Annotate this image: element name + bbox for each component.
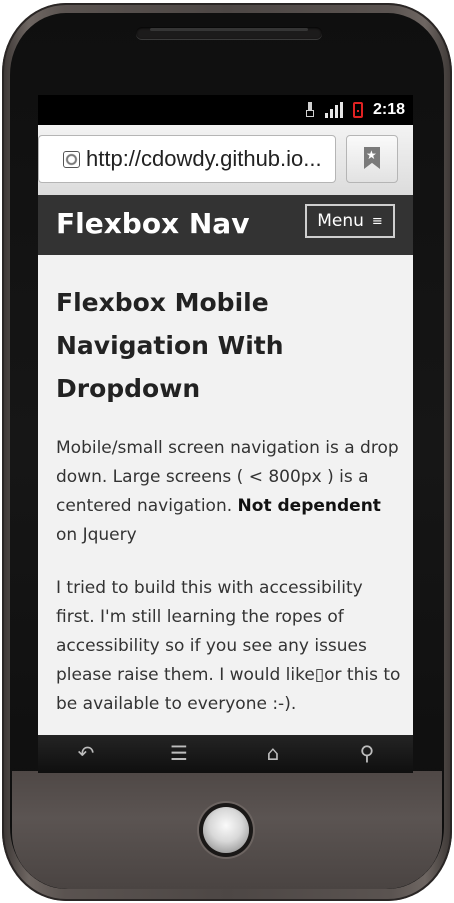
globe-icon <box>63 150 80 168</box>
status-bar: 2:18 <box>38 95 413 125</box>
earpiece-highlight <box>150 28 308 31</box>
search-icon[interactable]: ⚲ <box>347 742 387 766</box>
menu-icon[interactable]: ☰ <box>159 742 199 766</box>
device-nav-bar: ↶ ☰ ⌂ ⚲ <box>38 735 413 773</box>
device-screen: 2:18 http://cdowdy.github.io... Flexbox … <box>38 95 413 735</box>
accessibility-paragraph: I tried to build this with accessibility… <box>56 578 401 714</box>
back-icon[interactable]: ↶ <box>66 742 106 766</box>
url-text[interactable]: http://cdowdy.github.io... <box>86 146 322 172</box>
bookmark-icon <box>364 147 380 169</box>
menu-button-label: Menu <box>317 211 364 231</box>
trackball-button[interactable] <box>203 807 249 853</box>
status-time: 2:18 <box>372 101 405 118</box>
usb-icon <box>305 102 315 118</box>
battery-icon <box>352 102 363 118</box>
url-field[interactable]: http://cdowdy.github.io... <box>38 135 336 183</box>
bookmark-button[interactable] <box>346 135 398 183</box>
intro-bold: Not dependent <box>237 496 381 516</box>
page-title: Flexbox Mobile Navigation With Dropdown <box>56 288 284 403</box>
home-icon[interactable]: ⌂ <box>253 742 293 766</box>
hamburger-icon: ≡ <box>371 213 383 229</box>
site-header: Flexbox Nav Menu ≡ <box>38 195 413 255</box>
browser-url-bar: http://cdowdy.github.io... <box>38 125 413 196</box>
menu-button[interactable]: Menu ≡ <box>305 204 395 238</box>
intro-tail: on Jquery <box>56 525 137 545</box>
intro-paragraph: Mobile/small screen navigation is a drop… <box>56 434 401 550</box>
page-content: Flexbox Mobile Navigation With Dropdown … <box>56 281 401 719</box>
site-title[interactable]: Flexbox Nav <box>56 207 249 240</box>
signal-icon <box>324 102 343 118</box>
status-icons: 2:18 <box>305 101 405 119</box>
